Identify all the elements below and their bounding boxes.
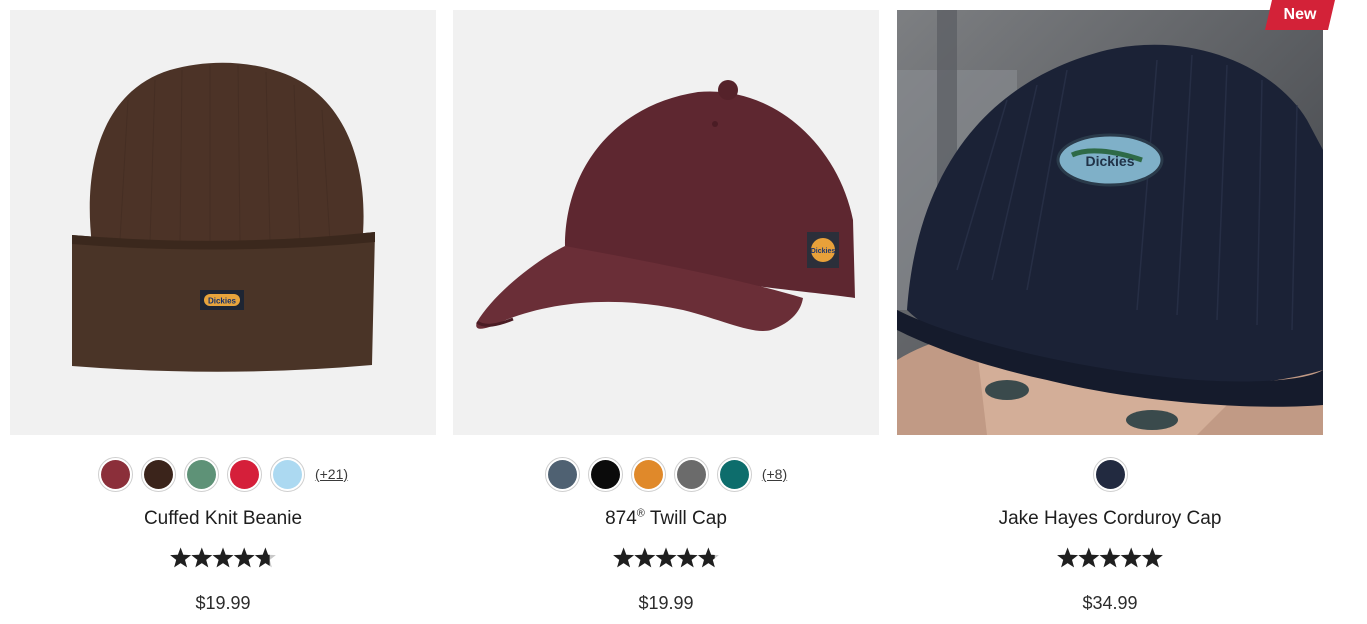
twill-cap-image: Dickies bbox=[453, 10, 879, 435]
product-image-link[interactable]: Dickies New bbox=[897, 0, 1335, 435]
new-badge: New bbox=[1265, 0, 1335, 30]
product-title[interactable]: Cuffed Knit Beanie bbox=[10, 508, 436, 530]
star-icon bbox=[1120, 547, 1142, 568]
product-title-text: 874 bbox=[605, 508, 637, 529]
star-icon bbox=[233, 547, 255, 568]
color-swatch[interactable] bbox=[716, 456, 752, 492]
star-rating-icons bbox=[1057, 547, 1163, 568]
color-swatch[interactable] bbox=[97, 456, 133, 492]
beanie-image: Dickies bbox=[10, 10, 436, 435]
more-colors-link[interactable]: (+8) bbox=[762, 466, 787, 482]
color-swatch[interactable] bbox=[630, 456, 666, 492]
star-rating-icons bbox=[613, 547, 719, 568]
product-rating bbox=[897, 546, 1323, 570]
product-title-suffix: Twill Cap bbox=[644, 508, 727, 529]
more-colors-link[interactable]: (+21) bbox=[315, 466, 348, 482]
logo-text: Dickies bbox=[811, 248, 836, 255]
star-icon bbox=[1078, 547, 1100, 568]
color-swatches bbox=[897, 455, 1323, 493]
product-price: $34.99 bbox=[1082, 593, 1138, 613]
star-icon bbox=[655, 547, 677, 568]
star-icon bbox=[1099, 547, 1121, 568]
product-title[interactable]: Jake Hayes Corduroy Cap bbox=[897, 508, 1323, 530]
color-swatch[interactable] bbox=[544, 456, 580, 492]
star-icon bbox=[212, 547, 234, 568]
product-title[interactable]: 874® Twill Cap bbox=[453, 508, 879, 530]
product-price: $19.99 bbox=[638, 593, 694, 613]
product-image-link[interactable]: Dickies bbox=[10, 10, 436, 435]
color-swatch[interactable] bbox=[226, 456, 262, 492]
color-swatches: (+8) bbox=[453, 455, 879, 493]
star-icon bbox=[1141, 547, 1163, 568]
product-price: $19.99 bbox=[195, 593, 251, 613]
product-card-874-twill-cap[interactable]: Dickies (+8) 874® Twill Cap $19.99 bbox=[453, 10, 879, 624]
star-icon bbox=[634, 547, 656, 568]
product-rating bbox=[10, 546, 436, 570]
product-rating bbox=[453, 546, 879, 570]
star-icon bbox=[170, 547, 192, 568]
star-icon bbox=[191, 547, 213, 568]
corduroy-cap-image: Dickies bbox=[897, 10, 1323, 435]
logo-text: Dickies bbox=[1085, 153, 1134, 169]
color-swatch[interactable] bbox=[587, 456, 623, 492]
registered-mark: ® bbox=[636, 507, 645, 520]
product-image-link[interactable]: Dickies bbox=[453, 10, 879, 435]
color-swatches: (+21) bbox=[10, 455, 436, 493]
star-icon bbox=[676, 547, 698, 568]
color-swatch[interactable] bbox=[140, 456, 176, 492]
color-swatch[interactable] bbox=[183, 456, 219, 492]
star-icon bbox=[613, 547, 635, 568]
product-card-jake-hayes-corduroy-cap[interactable]: Dickies New Jake Hayes Corduroy Cap $34.… bbox=[897, 0, 1335, 624]
star-rating-icons bbox=[170, 547, 276, 568]
color-swatch[interactable] bbox=[269, 456, 305, 492]
color-swatch[interactable] bbox=[1092, 456, 1128, 492]
logo-text: Dickies bbox=[208, 297, 237, 306]
product-card-cuffed-knit-beanie[interactable]: Dickies (+21) Cuffed Knit Beanie $19.99 bbox=[10, 10, 436, 624]
color-swatch[interactable] bbox=[673, 456, 709, 492]
star-icon bbox=[1057, 547, 1079, 568]
